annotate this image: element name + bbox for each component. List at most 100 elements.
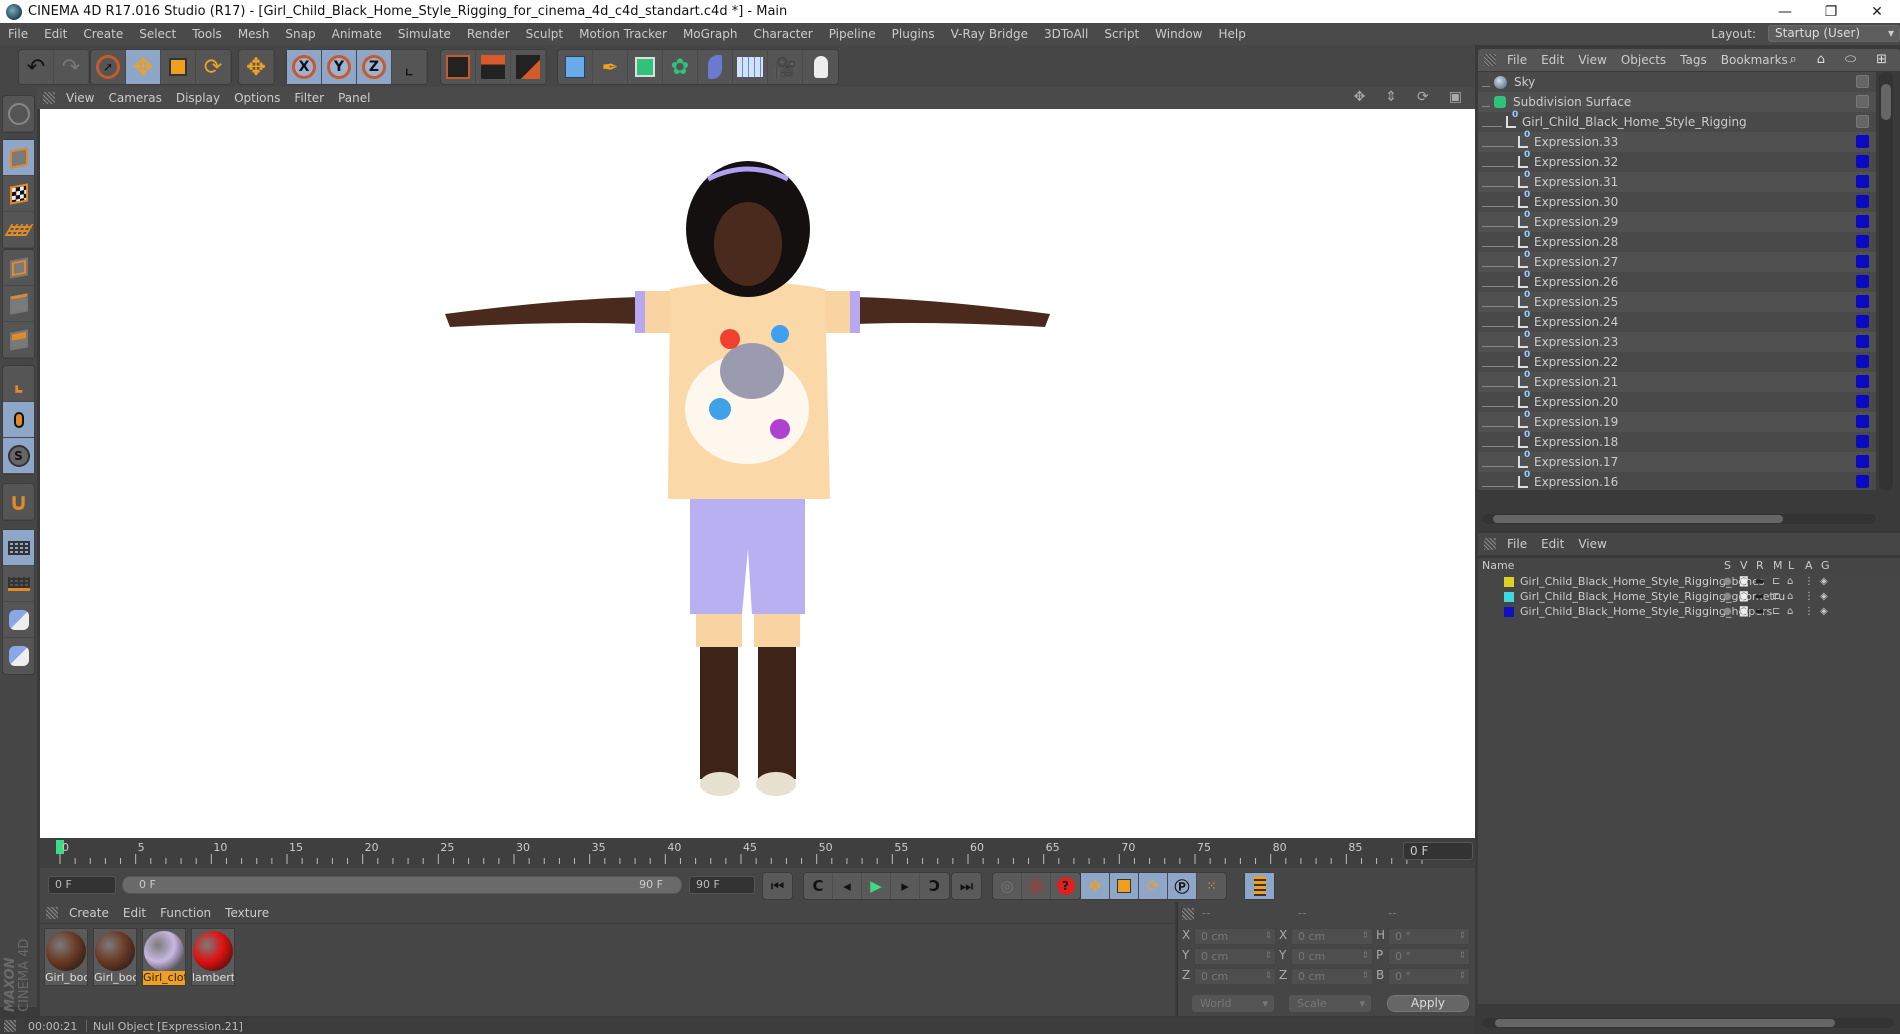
- coordinate-system-button[interactable]: ⌞: [392, 50, 427, 84]
- layer-column-a[interactable]: A: [1805, 559, 1813, 572]
- viewport-menu-view[interactable]: View: [59, 91, 101, 105]
- material-swatch[interactable]: Girl_boc: [93, 928, 137, 986]
- viewport-menu-cameras[interactable]: Cameras: [101, 91, 168, 105]
- model-mode-button[interactable]: [3, 140, 34, 176]
- visible-icon[interactable]: ◙: [1739, 576, 1749, 587]
- menu-tools[interactable]: Tools: [184, 27, 230, 41]
- layer-column-r[interactable]: R: [1756, 559, 1764, 572]
- object-menu-edit[interactable]: Edit: [1534, 53, 1571, 67]
- play-button[interactable]: ▶: [862, 873, 891, 899]
- key-pla-button[interactable]: ⁙: [1197, 873, 1226, 899]
- render-picture-viewer-button[interactable]: [476, 50, 511, 84]
- key-move-button[interactable]: ✥: [1081, 873, 1110, 899]
- layer-row[interactable]: Girl_Child_Black_Home_Style_Rigging_bone…: [1478, 574, 1900, 589]
- cloner-button[interactable]: ✿: [663, 50, 698, 84]
- display-tag-icon[interactable]: [1856, 235, 1869, 248]
- render-icon[interactable]: ▬: [1755, 606, 1764, 617]
- close-button[interactable]: ✕: [1854, 0, 1900, 23]
- display-tag-icon[interactable]: [1856, 195, 1869, 208]
- render-icon[interactable]: ▬: [1755, 576, 1764, 587]
- rotation-field[interactable]: 0 °: [1388, 968, 1470, 985]
- object-row[interactable]: Expression.26: [1478, 270, 1876, 292]
- material-menu-create[interactable]: Create: [62, 906, 116, 920]
- object-list-hscrollbar[interactable]: [1483, 514, 1876, 524]
- layer-menu-view[interactable]: View: [1571, 537, 1613, 551]
- bend-deformer-button[interactable]: [698, 50, 733, 84]
- floor-button[interactable]: [733, 50, 768, 84]
- solo-dot-icon[interactable]: ●: [1723, 591, 1732, 602]
- restore-button[interactable]: ❐: [1808, 0, 1854, 23]
- render-settings-button[interactable]: [511, 50, 546, 84]
- locked-workplane-button[interactable]: [3, 530, 34, 566]
- display-tag-icon[interactable]: [1856, 375, 1869, 388]
- object-row[interactable]: Expression.32: [1478, 150, 1876, 172]
- display-tag-icon[interactable]: [1856, 175, 1869, 188]
- recent-tool-button[interactable]: ✥: [239, 50, 274, 84]
- snap-button[interactable]: ∪: [3, 484, 34, 520]
- menu-mograph[interactable]: MoGraph: [675, 27, 746, 41]
- move-button[interactable]: ✥: [126, 50, 161, 84]
- panel-grip-icon[interactable]: [43, 92, 55, 104]
- menu-3dtoall[interactable]: 3DToAll: [1036, 27, 1096, 41]
- animation-icon[interactable]: ⋮: [1804, 606, 1814, 617]
- position-field[interactable]: 0 cm: [1194, 968, 1276, 985]
- menu-select[interactable]: Select: [131, 27, 184, 41]
- object-row[interactable]: Expression.23: [1478, 330, 1876, 352]
- size-field[interactable]: 0 cm: [1291, 968, 1373, 985]
- render-icon[interactable]: ▬: [1755, 591, 1764, 602]
- python-button-2[interactable]: [3, 638, 34, 674]
- display-tag-icon[interactable]: [1856, 395, 1869, 408]
- generator-icon[interactable]: ◈: [1820, 576, 1828, 587]
- object-row[interactable]: Subdivision Surface: [1478, 92, 1876, 112]
- layer-column-m[interactable]: M: [1773, 559, 1783, 572]
- position-field[interactable]: 0 cm: [1194, 928, 1276, 945]
- key-scale-button[interactable]: [1110, 873, 1139, 899]
- layer-tag-icon[interactable]: [1856, 95, 1869, 108]
- light-button[interactable]: [803, 50, 838, 84]
- record-settings-button[interactable]: ◎: [993, 873, 1022, 899]
- enable-axis-button[interactable]: ⌞: [3, 366, 34, 402]
- 3d-viewport[interactable]: [40, 109, 1475, 838]
- key-rotate-button[interactable]: ⟳: [1139, 873, 1168, 899]
- current-frame-field[interactable]: 0 F: [1403, 842, 1473, 860]
- rotate-view-icon[interactable]: ⟳: [1410, 89, 1436, 105]
- solo-dot-icon[interactable]: ●: [1723, 606, 1732, 617]
- layer-column-l[interactable]: L: [1788, 559, 1794, 572]
- range-slider[interactable]: 0 F 90 F: [122, 876, 682, 894]
- menu-pipeline[interactable]: Pipeline: [821, 27, 884, 41]
- layer-column-g[interactable]: G: [1821, 559, 1830, 572]
- menu-mesh[interactable]: Mesh: [230, 27, 278, 41]
- solo-button[interactable]: S: [3, 438, 34, 474]
- object-row[interactable]: Expression.29: [1478, 210, 1876, 232]
- layer-row[interactable]: Girl_Child_Black_Home_Style_Rigging_geom…: [1478, 589, 1900, 604]
- layer-column-s[interactable]: S: [1724, 559, 1731, 572]
- display-tag-icon[interactable]: [1856, 355, 1869, 368]
- layer-column-name[interactable]: Name: [1482, 559, 1514, 572]
- key-param-button[interactable]: Ⓟ: [1168, 873, 1197, 899]
- timeline[interactable]: 051015202530354045505560657075808590 0 F: [40, 838, 1475, 868]
- material-menu-texture[interactable]: Texture: [218, 906, 276, 920]
- make-editable-button[interactable]: [3, 96, 34, 132]
- menu-render[interactable]: Render: [459, 27, 518, 41]
- camera-button[interactable]: 🎥: [768, 50, 803, 84]
- panel-grip-icon[interactable]: [1484, 538, 1496, 550]
- layer-column-v[interactable]: V: [1740, 559, 1748, 572]
- layer-menu-file[interactable]: File: [1500, 537, 1534, 551]
- object-row[interactable]: Expression.31: [1478, 170, 1876, 192]
- display-tag-icon[interactable]: [1856, 335, 1869, 348]
- material-swatch[interactable]: Girl_clot: [142, 928, 186, 986]
- object-row[interactable]: Expression.20: [1478, 390, 1876, 412]
- object-row[interactable]: Expression.30: [1478, 190, 1876, 212]
- rotation-field[interactable]: 0 °: [1388, 948, 1470, 965]
- home-icon[interactable]: ⌂: [1810, 52, 1832, 67]
- object-menu-tags[interactable]: Tags: [1673, 53, 1714, 67]
- display-tag-icon[interactable]: [1856, 475, 1869, 488]
- redo-button[interactable]: ↷: [54, 50, 89, 84]
- display-tag-icon[interactable]: [1856, 135, 1869, 148]
- display-tag-icon[interactable]: [1856, 315, 1869, 328]
- menu-window[interactable]: Window: [1147, 27, 1210, 41]
- timeline-window-button[interactable]: [1245, 873, 1274, 899]
- object-menu-file[interactable]: File: [1500, 53, 1534, 67]
- next-key-button[interactable]: Ɔ: [920, 873, 949, 899]
- render-view-button[interactable]: [441, 50, 476, 84]
